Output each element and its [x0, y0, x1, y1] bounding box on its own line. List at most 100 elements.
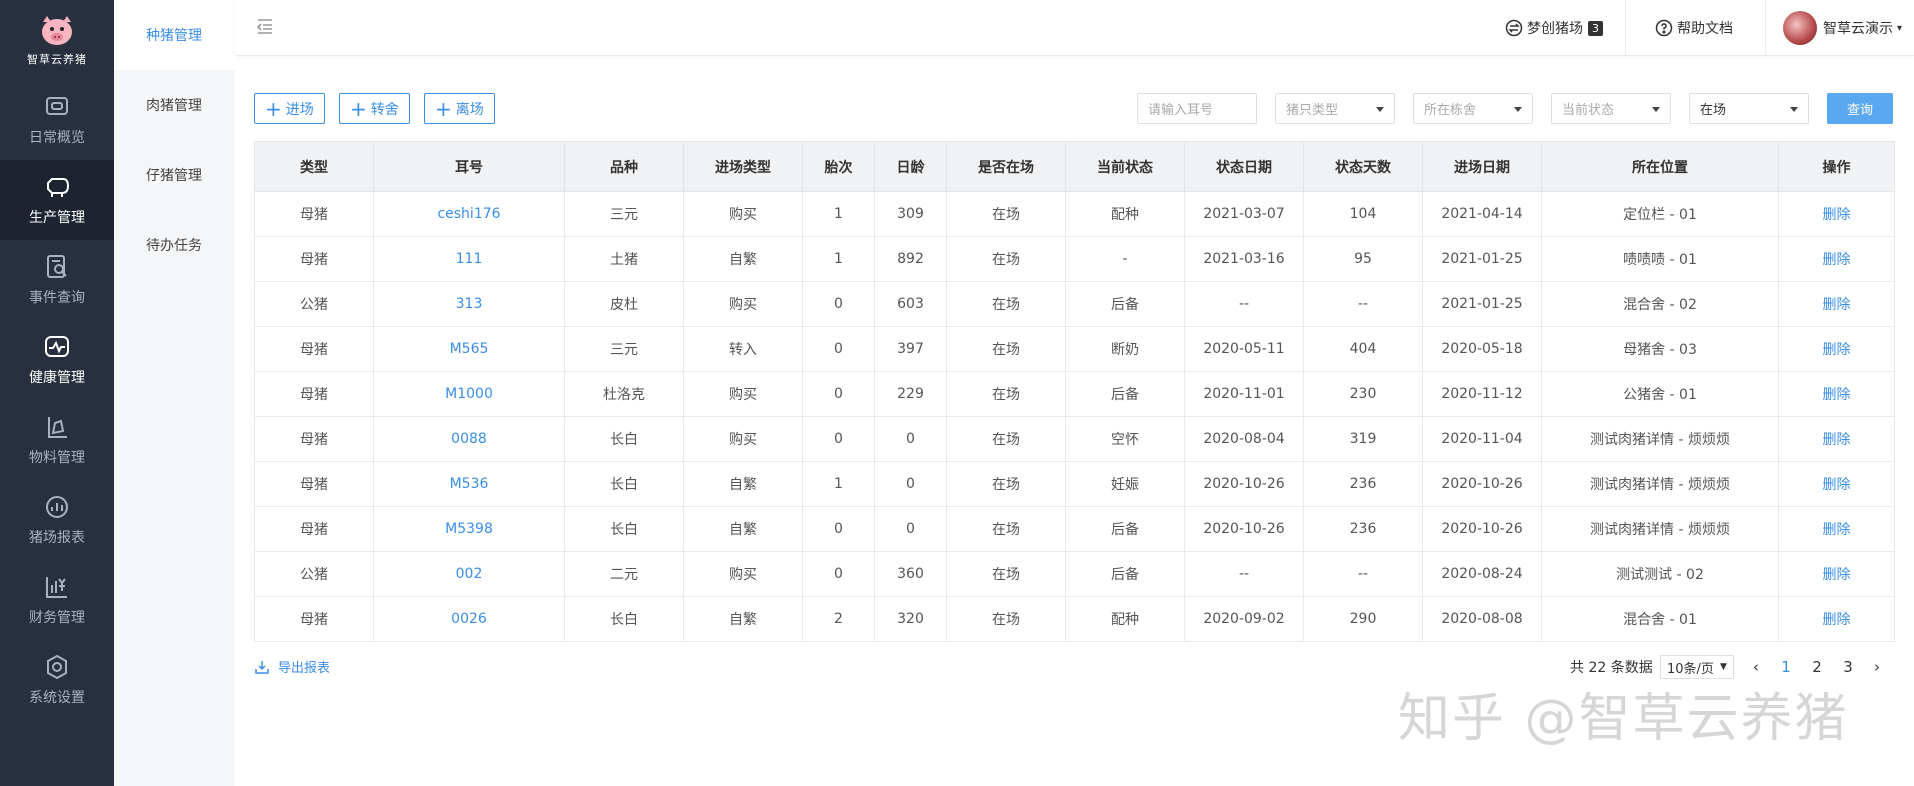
- switch-icon: [1505, 19, 1523, 37]
- header-divider: [1765, 0, 1766, 56]
- building-placeholder: 所在栋舍: [1424, 103, 1477, 118]
- table-cell: 自繁: [683, 236, 803, 282]
- farm-switcher[interactable]: 梦创猪场 3: [1505, 0, 1603, 56]
- table-row: 母猪 M536 长白 自繁 1 0 在场 妊娠 2020-10-26 236 2020-10-26 测…: [254, 461, 1895, 507]
- avatar: [1783, 11, 1817, 45]
- delete-button[interactable]: 删除: [1778, 596, 1895, 642]
- delete-button[interactable]: 删除: [1778, 326, 1895, 372]
- delete-button[interactable]: 删除: [1778, 506, 1895, 552]
- table-cell: 皮杜: [564, 281, 684, 327]
- table-cell: 在场: [946, 506, 1066, 552]
- status-select[interactable]: 当前状态: [1551, 93, 1671, 124]
- table-cell: 290: [1303, 596, 1423, 642]
- table-cell: 2021-04-14: [1422, 191, 1542, 237]
- user-menu[interactable]: 智草云演示 ▾: [1783, 0, 1902, 56]
- pig-icon: [47, 178, 70, 197]
- transfer-button[interactable]: + 转舍: [339, 93, 410, 124]
- table-cell: 229: [874, 371, 947, 417]
- ear-number-link[interactable]: 111: [373, 236, 565, 282]
- presence-select[interactable]: 在场: [1689, 93, 1809, 124]
- sidebar-item-settings[interactable]: 系统设置: [0, 640, 114, 720]
- sidebar-item-overview[interactable]: 日常概览: [0, 80, 114, 160]
- table-cell: 2020-11-04: [1422, 416, 1542, 462]
- export-report-button[interactable]: 导出报表: [254, 657, 330, 676]
- sidebar-item-label: 物料管理: [29, 450, 85, 466]
- table-cell: 后备: [1065, 506, 1185, 552]
- farm-name: 梦创猪场: [1527, 21, 1583, 37]
- brand-logo[interactable]: 智草云养猪: [0, 0, 114, 80]
- table-cell: 2020-05-18: [1422, 326, 1542, 372]
- status-placeholder: 当前状态: [1562, 103, 1615, 118]
- table-cell: 0: [802, 326, 875, 372]
- building-select[interactable]: 所在栋舍: [1413, 93, 1533, 124]
- table-cell: 0: [874, 506, 947, 552]
- table-cell: 230: [1303, 371, 1423, 417]
- submenu-item-fattening-pigs[interactable]: 肉猪管理: [114, 70, 235, 140]
- delete-button[interactable]: 删除: [1778, 281, 1895, 327]
- ear-number-link[interactable]: M1000: [373, 371, 565, 417]
- submenu-item-todo[interactable]: 待办任务: [114, 210, 235, 280]
- pig-type-select[interactable]: 猪只类型: [1275, 93, 1395, 124]
- table-header-row: 类型 耳号 品种 进场类型 胎次 日龄 是否在场 当前状态 状态日期 状态天数 …: [254, 141, 1895, 192]
- table-cell: 2020-10-26: [1422, 461, 1542, 507]
- table-cell: 长白: [564, 416, 684, 462]
- table-cell: 在场: [946, 461, 1066, 507]
- submenu-item-breeding-pigs[interactable]: 种猪管理: [114, 0, 235, 70]
- table-row: 母猪 ceshi176 三元 购买 1 309 在场 配种 2021-03-07 104 2021-…: [254, 191, 1895, 237]
- delete-button[interactable]: 删除: [1778, 236, 1895, 282]
- ear-number-link[interactable]: M565: [373, 326, 565, 372]
- table-cell: 妊娠: [1065, 461, 1185, 507]
- delete-button[interactable]: 删除: [1778, 461, 1895, 507]
- question-circle-icon: [1655, 19, 1673, 37]
- ear-number-link[interactable]: 0088: [373, 416, 565, 462]
- sidebar-item-label: 系统设置: [29, 690, 85, 706]
- ear-number-link[interactable]: 0026: [373, 596, 565, 642]
- leave-button[interactable]: + 离场: [424, 93, 495, 124]
- table-cell: 空怀: [1065, 416, 1185, 462]
- table-cell: 2020-08-04: [1184, 416, 1304, 462]
- next-page-button[interactable]: ›: [1867, 655, 1887, 679]
- submenu-item-piglets[interactable]: 仔猪管理: [114, 140, 235, 210]
- sidebar-item-finance[interactable]: 财务管理: [0, 560, 114, 640]
- table-cell: 测试肉猪详情 - 烦烦烦: [1541, 461, 1779, 507]
- presence-value: 在场: [1700, 103, 1727, 118]
- table-cell: 土猪: [564, 236, 684, 282]
- delete-button[interactable]: 删除: [1778, 416, 1895, 462]
- ear-number-link[interactable]: M536: [373, 461, 565, 507]
- table-row: 公猪 002 二元 购买 0 360 在场 后备 -- -- 2020-08-24 测试测试 - 02…: [254, 551, 1895, 597]
- column-header: 日龄: [874, 141, 947, 192]
- enter-button[interactable]: + 进场: [254, 93, 325, 124]
- table-cell: 0: [802, 416, 875, 462]
- table-cell: 混合舍 - 02: [1541, 281, 1779, 327]
- pig-type-placeholder: 猪只类型: [1286, 103, 1339, 118]
- table-cell: 后备: [1065, 551, 1185, 597]
- column-header: 状态天数: [1303, 141, 1423, 192]
- table-cell: 母猪: [254, 236, 374, 282]
- collapse-menu-icon[interactable]: [255, 16, 275, 36]
- sidebar-item-production[interactable]: 生产管理: [0, 160, 114, 240]
- ear-number-input[interactable]: 请输入耳号: [1137, 93, 1257, 124]
- ear-number-link[interactable]: 313: [373, 281, 565, 327]
- ear-number-link[interactable]: M5398: [373, 506, 565, 552]
- table-cell: 2020-11-12: [1422, 371, 1542, 417]
- table-cell: 转入: [683, 326, 803, 372]
- sidebar-item-reports[interactable]: 猪场报表: [0, 480, 114, 560]
- sidebar-item-health[interactable]: 健康管理: [0, 320, 114, 400]
- user-name: 智草云演示: [1823, 21, 1893, 37]
- delete-button[interactable]: 删除: [1778, 371, 1895, 417]
- sidebar-item-event-query[interactable]: 事件查询: [0, 240, 114, 320]
- delete-button[interactable]: 删除: [1778, 551, 1895, 597]
- delete-button[interactable]: 删除: [1778, 191, 1895, 237]
- ear-number-link[interactable]: 002: [373, 551, 565, 597]
- ear-number-link[interactable]: ceshi176: [373, 191, 565, 237]
- help-docs-link[interactable]: 帮助文档: [1655, 0, 1733, 56]
- table-row: 母猪 0088 长白 购买 0 0 在场 空怀 2020-08-04 319 2020-11-04 测…: [254, 416, 1895, 462]
- table-cell: 360: [874, 551, 947, 597]
- brand-name: 智草云养猪: [27, 52, 87, 66]
- table-cell: 0: [802, 281, 875, 327]
- main-sidebar: 智草云养猪 日常概览 生产管理 事件查询 健康管理 物料管理 猪场报表 财务管理…: [0, 0, 114, 786]
- table-cell: 公猪: [254, 281, 374, 327]
- sidebar-item-materials[interactable]: 物料管理: [0, 400, 114, 480]
- table-cell: 2021-01-25: [1422, 236, 1542, 282]
- query-button[interactable]: 查询: [1827, 93, 1893, 124]
